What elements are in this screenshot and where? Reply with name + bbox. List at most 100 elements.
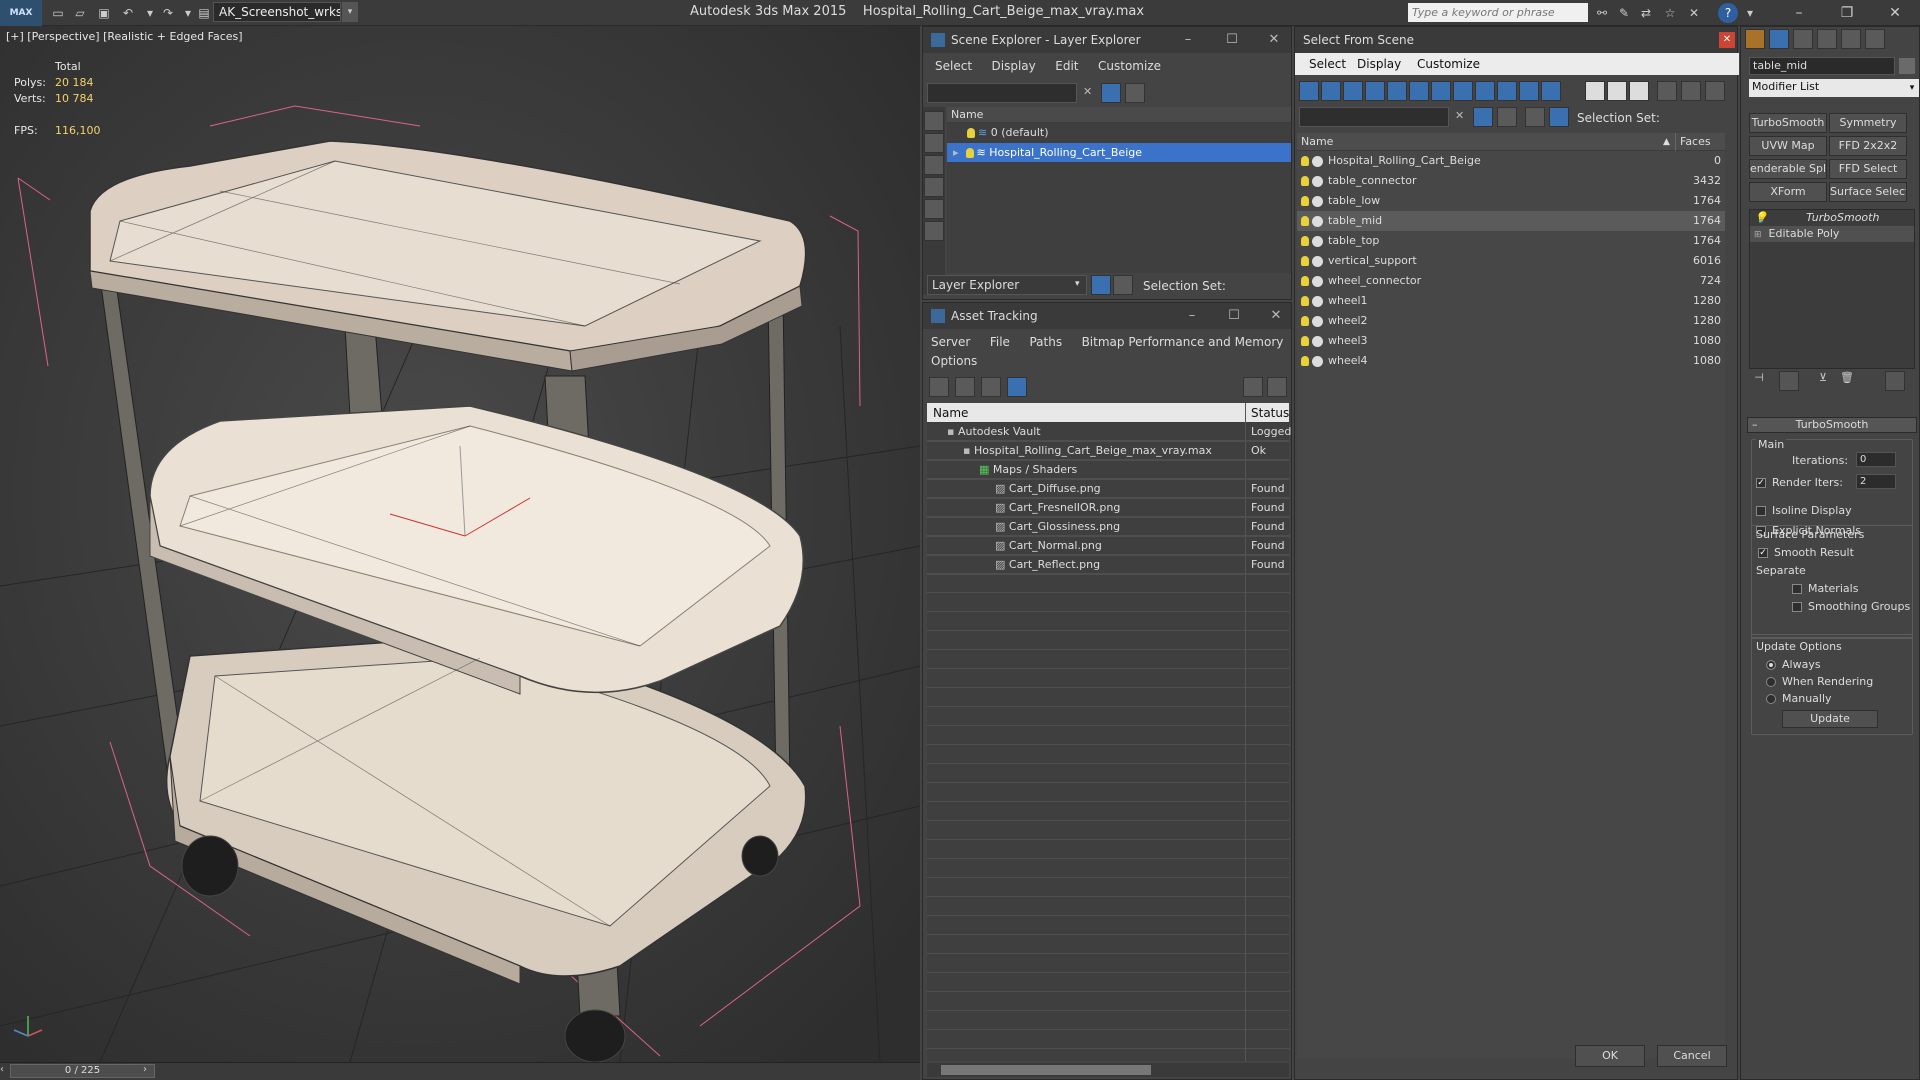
object-row[interactable]: table_top 1764 (1297, 231, 1725, 251)
select-all-icon[interactable] (1585, 81, 1605, 101)
prev-frame-icon[interactable]: ‹ (0, 1064, 4, 1075)
collapse-icon[interactable] (1705, 81, 1725, 101)
help-icon[interactable]: ? (1718, 3, 1738, 23)
layers-mode-icon[interactable] (1091, 275, 1111, 295)
layers-icon[interactable] (1525, 107, 1545, 127)
light-bulb-icon[interactable] (1301, 336, 1309, 346)
asset-row[interactable]: ▨ Cart_Glossiness.png Found (927, 518, 1289, 537)
object-name-field[interactable]: table_mid (1749, 57, 1895, 75)
light-bulb-icon[interactable]: 💡 (1754, 211, 1768, 224)
modifier-button[interactable]: TurboSmooth (1749, 113, 1827, 133)
light-bulb-icon[interactable] (1301, 296, 1309, 306)
help-dropdown-icon[interactable]: ▾ (1740, 3, 1760, 23)
modifier-list-dropdown[interactable]: Modifier List (1749, 79, 1905, 97)
hierarchy-mode-icon[interactable] (1113, 275, 1133, 295)
light-bulb-icon[interactable] (1301, 236, 1309, 246)
close-window-icon[interactable]: ✕ (1872, 0, 1918, 26)
layer-row-cart[interactable]: ▸ ≋ Hospital_Rolling_Cart_Beige (947, 143, 1291, 163)
asset-row[interactable]: ▪ Hospital_Rolling_Cart_Beige_max_vray.m… (927, 442, 1289, 461)
render-iters-spinner[interactable]: 2 (1856, 474, 1896, 489)
funnel-icon[interactable] (1657, 81, 1677, 101)
stack-item-turbosmooth[interactable]: 💡 TurboSmooth (1750, 210, 1914, 226)
redo-icon[interactable]: ↷ (158, 3, 178, 23)
viewport-label[interactable]: [+] [Perspective] [Realistic + Edged Fac… (6, 30, 243, 43)
stack-item-editable-poly[interactable]: ⊞ Editable Poly (1750, 226, 1914, 242)
object-search-input[interactable] (1299, 107, 1449, 127)
scrollbar-thumb[interactable] (941, 1065, 1151, 1075)
bone-filter-icon[interactable] (1475, 81, 1495, 101)
new-file-icon[interactable]: ▭ (48, 3, 68, 23)
asset-row[interactable]: ▨ Cart_Diffuse.png Found (927, 480, 1289, 499)
modifier-button[interactable]: Surface Select (1829, 182, 1907, 202)
camera-icon[interactable] (924, 199, 944, 219)
help-icon[interactable] (1243, 377, 1263, 397)
isoline-checkbox[interactable]: Isoline Display (1756, 504, 1852, 517)
modifier-button[interactable]: enderable Splin (1749, 159, 1827, 179)
create-tab-icon[interactable] (1745, 29, 1765, 49)
light-bulb-icon[interactable] (1301, 196, 1309, 206)
configure-sets-icon[interactable] (1885, 371, 1905, 391)
close-icon[interactable]: ✕ (1259, 27, 1289, 53)
modifier-button[interactable]: UVW Map (1749, 136, 1827, 156)
light-bulb-icon[interactable] (1301, 156, 1309, 166)
render-iters-checkbox[interactable]: ✓ Render Iters: (1756, 476, 1843, 489)
settings-icon[interactable] (1267, 377, 1287, 397)
menu-file[interactable]: File (990, 335, 1010, 349)
menu-options[interactable]: Options (931, 354, 977, 368)
tools-icon[interactable] (1497, 107, 1517, 127)
col-name[interactable]: Name (933, 406, 968, 420)
menu-select[interactable]: Select (935, 59, 972, 73)
search-input[interactable]: Type a keyword or phrase (1408, 3, 1588, 22)
layer-row-default[interactable]: ≋ 0 (default) (947, 123, 1291, 143)
object-row[interactable]: table_mid 1764 (1297, 211, 1725, 231)
collapse-icon[interactable]: – (1752, 418, 1758, 432)
container-filter-icon[interactable] (1497, 81, 1517, 101)
light-filter-icon[interactable] (1343, 81, 1363, 101)
star-icon[interactable]: ☆ (1660, 3, 1680, 23)
col-name[interactable]: Name (1301, 135, 1333, 148)
materials-checkbox[interactable]: Materials (1792, 582, 1858, 595)
minimize-icon[interactable]: – (1776, 0, 1822, 26)
ok-button[interactable]: OK (1575, 1045, 1645, 1067)
manually-radio[interactable]: Manually (1766, 692, 1832, 705)
remove-modifier-icon[interactable]: 🗑 (1837, 371, 1857, 391)
close-icon[interactable]: ✕ (1719, 32, 1735, 48)
list-view-icon[interactable] (955, 377, 975, 397)
hierarchy-icon[interactable] (924, 177, 944, 197)
dropdown-arrow-icon[interactable]: ▾ (1905, 79, 1919, 97)
maximize-icon[interactable]: ☐ (1219, 303, 1249, 329)
menu-server[interactable]: Server (931, 335, 970, 349)
smooth-result-checkbox[interactable]: ✓ Smooth Result (1758, 546, 1854, 559)
binoculars-icon[interactable]: ⚯ (1592, 3, 1612, 23)
cancel-button[interactable]: Cancel (1657, 1045, 1727, 1067)
display-tab-icon[interactable] (1841, 29, 1861, 49)
exchange-icon[interactable]: ⇄ (1636, 3, 1656, 23)
group-filter-icon[interactable] (1431, 81, 1451, 101)
menu-customize[interactable]: Customize (1417, 57, 1480, 71)
horizontal-scrollbar[interactable] (927, 1063, 1289, 1077)
modifier-button[interactable]: XForm (1749, 182, 1827, 202)
clear-search-icon[interactable]: ✕ (1083, 85, 1092, 98)
filter-icon[interactable] (1101, 83, 1121, 103)
modify-tab-icon[interactable] (1769, 29, 1789, 49)
modifier-button[interactable]: FFD Select (1829, 159, 1907, 179)
tree-filter-icon[interactable] (1681, 81, 1701, 101)
update-button[interactable]: Update (1782, 710, 1878, 728)
light-bulb-icon[interactable] (967, 128, 975, 138)
project-folder-icon[interactable]: ▤ (194, 3, 214, 23)
select-icon[interactable] (924, 155, 944, 175)
iterations-spinner[interactable]: 0 (1856, 452, 1896, 467)
display-all-icon[interactable] (924, 133, 944, 153)
layer-col-name[interactable]: Name (947, 107, 1291, 123)
select-invert-icon[interactable] (1629, 81, 1649, 101)
undo-dropdown-icon[interactable]: ▾ (140, 3, 160, 23)
tools-icon[interactable]: ✎ (1614, 3, 1634, 23)
filter-icon[interactable] (1473, 107, 1493, 127)
col-status[interactable]: Status (1251, 403, 1289, 423)
hierarchy-icon[interactable] (1549, 107, 1569, 127)
light-bulb-icon[interactable] (1301, 356, 1309, 366)
explorer-type-dropdown[interactable]: Layer Explorer (927, 275, 1087, 295)
hidden-filter-icon[interactable] (1541, 81, 1561, 101)
workspace-selector[interactable]: AK_Screenshot_wrksp (213, 2, 341, 22)
restore-icon[interactable]: ❐ (1824, 0, 1870, 26)
